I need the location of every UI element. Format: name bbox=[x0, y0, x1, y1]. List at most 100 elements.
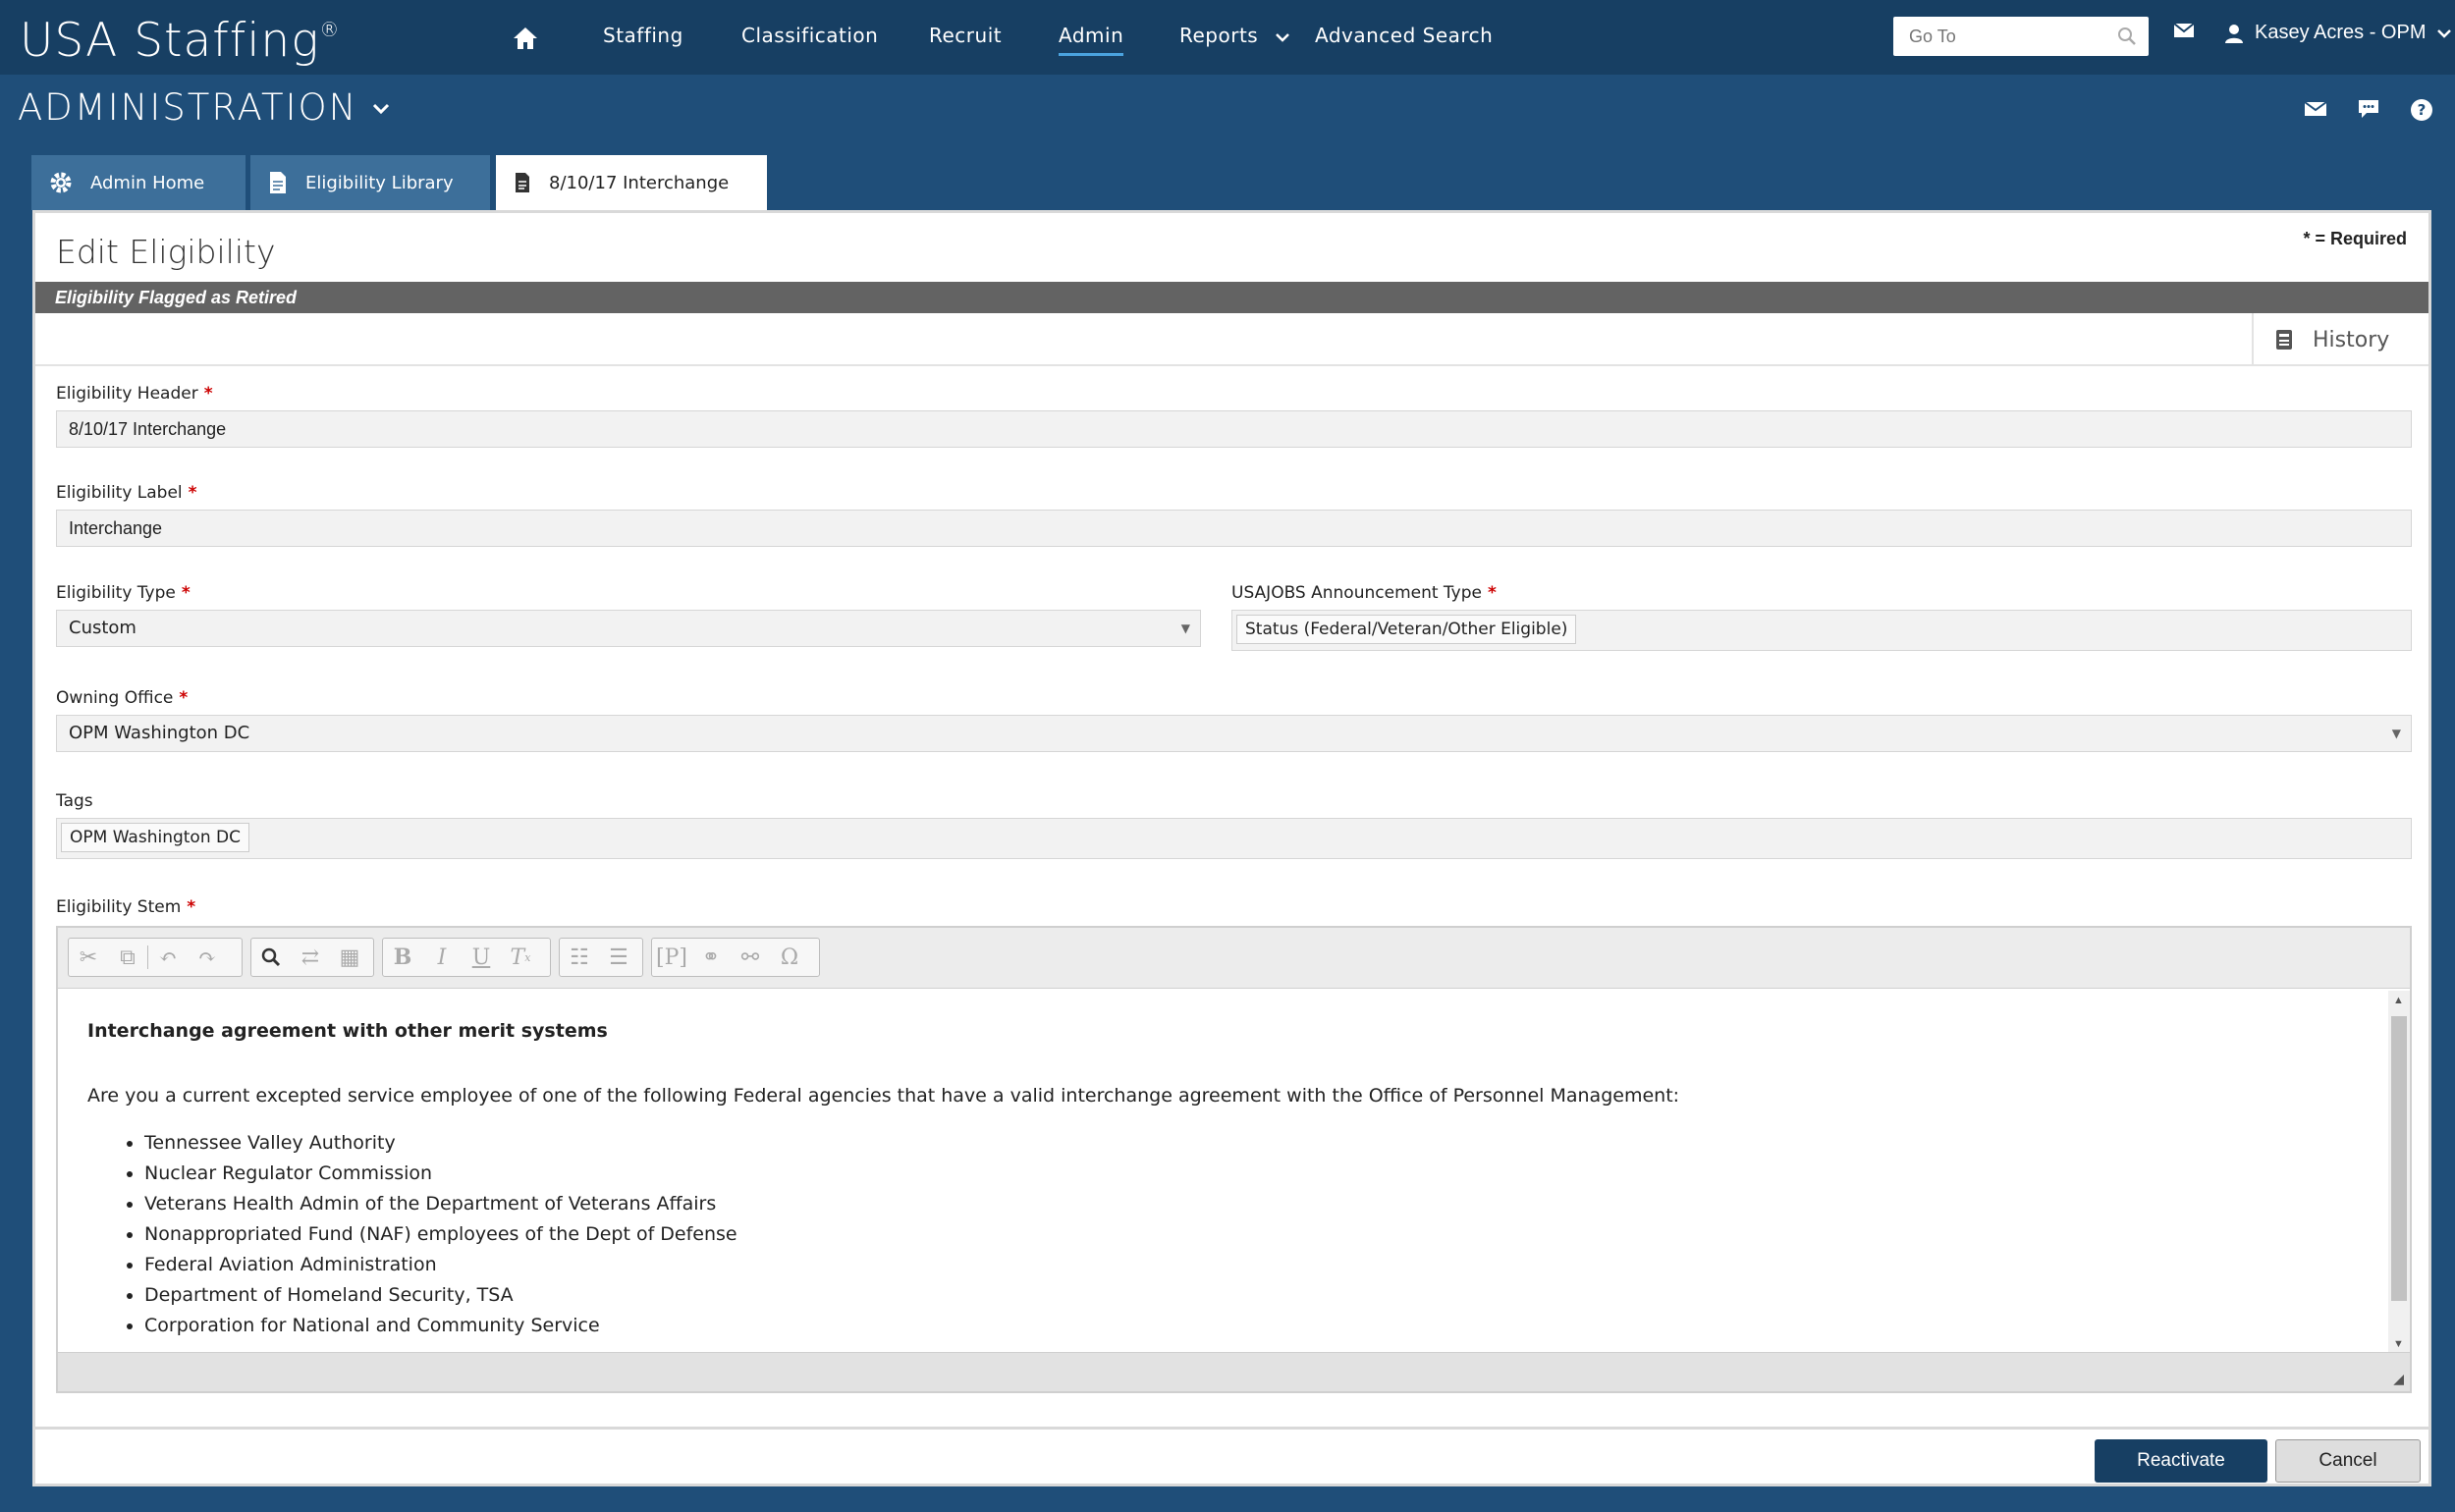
eligibility-stem-editor: ✂ ⧉ ↶ ↷ ⇄ ▦ B I U Tx ☷ ☰ [P] ⚭ ⚯ Ω Inter… bbox=[56, 926, 2412, 1393]
retired-banner: Eligibility Flagged as Retired bbox=[35, 282, 2428, 313]
gear-icon bbox=[50, 172, 72, 193]
eligibility-type-value: Custom bbox=[69, 618, 136, 638]
link-icon[interactable]: ⚭ bbox=[691, 939, 731, 976]
chat-icon[interactable] bbox=[2357, 98, 2380, 120]
search-icon[interactable] bbox=[2117, 27, 2137, 46]
eligibility-type-select[interactable]: Custom ▼ bbox=[56, 610, 1201, 647]
scroll-up-icon[interactable]: ▲ bbox=[2393, 995, 2404, 1006]
list-item: Federal Aviation Administration bbox=[144, 1250, 2346, 1280]
tab-interchange[interactable]: 8/10/17 Interchange bbox=[496, 155, 767, 210]
agency-list: Tennessee Valley Authority Nuclear Regul… bbox=[87, 1128, 2346, 1341]
inbox-icon[interactable] bbox=[2304, 98, 2327, 118]
svg-text:?: ? bbox=[2418, 101, 2427, 119]
italic-icon[interactable]: I bbox=[422, 939, 462, 976]
section-title-label: ADMINISTRATION bbox=[18, 86, 358, 129]
form-footer: Reactivate Cancel bbox=[35, 1427, 2428, 1489]
history-icon bbox=[2276, 330, 2292, 350]
copy-icon[interactable]: ⧉ bbox=[108, 939, 147, 976]
user-name: Kasey Acres - OPM bbox=[2255, 22, 2427, 43]
section-title[interactable]: ADMINISTRATION bbox=[18, 86, 391, 129]
list-item: Nuclear Regulator Commission bbox=[144, 1159, 2346, 1189]
history-label: History bbox=[2313, 327, 2390, 352]
goto-input[interactable] bbox=[1893, 17, 2100, 56]
owning-office-value: OPM Washington DC bbox=[69, 723, 250, 743]
cut-icon[interactable]: ✂ bbox=[69, 939, 108, 976]
nav-admin[interactable]: Admin bbox=[1059, 24, 1124, 56]
reactivate-button[interactable]: Reactivate bbox=[2095, 1439, 2267, 1483]
user-icon bbox=[2225, 24, 2243, 43]
eligibility-header-field[interactable]: 8/10/17 Interchange bbox=[56, 410, 2412, 448]
underline-icon[interactable]: U bbox=[462, 939, 501, 976]
page-title: Edit Eligibility bbox=[56, 233, 276, 271]
nav-classification[interactable]: Classification bbox=[741, 24, 878, 47]
tab-label: 8/10/17 Interchange bbox=[549, 172, 730, 193]
owning-office-label: Owning Office * bbox=[56, 688, 189, 708]
clipboard-group: ✂ ⧉ ↶ ↷ bbox=[68, 938, 243, 977]
edit-eligibility-panel: Edit Eligibility * = Required Eligibilit… bbox=[32, 210, 2431, 1486]
nav-recruit[interactable]: Recruit bbox=[929, 24, 1002, 47]
nav-advanced-search[interactable]: Advanced Search bbox=[1315, 24, 1493, 47]
list-item: Department of Homeland Security, TSA bbox=[144, 1280, 2346, 1311]
tab-eligibility-library[interactable]: Eligibility Library bbox=[250, 155, 490, 210]
editor-scrollbar[interactable]: ▲ ▼ bbox=[2388, 991, 2410, 1354]
list-item: Veterans Health Admin of the Department … bbox=[144, 1189, 2346, 1219]
unlink-icon[interactable]: ⚯ bbox=[731, 939, 770, 976]
mail-icon[interactable] bbox=[2173, 22, 2195, 39]
usajobs-type-field[interactable]: Status (Federal/Veteran/Other Eligible) bbox=[1231, 610, 2412, 651]
eligibility-type-label: Eligibility Type * bbox=[56, 583, 191, 603]
remove-format-icon[interactable]: Tx bbox=[501, 939, 540, 976]
home-icon[interactable] bbox=[512, 26, 539, 51]
list-item: Tennessee Valley Authority bbox=[144, 1128, 2346, 1159]
nav-staffing[interactable]: Staffing bbox=[603, 24, 683, 47]
numbered-list-icon[interactable]: ☷ bbox=[560, 939, 599, 976]
eligibility-header-label: Eligibility Header * bbox=[56, 384, 213, 404]
editor-content[interactable]: Interchange agreement with other merit s… bbox=[87, 1020, 2346, 1341]
document-icon bbox=[270, 172, 286, 193]
insert-group: [P] ⚭ ⚯ Ω bbox=[651, 938, 820, 977]
tags-field[interactable]: OPM Washington DC bbox=[56, 818, 2412, 859]
header-icons: ? bbox=[2304, 98, 2433, 122]
select-all-icon[interactable]: ▦ bbox=[330, 939, 369, 976]
dropdown-arrow-icon: ▼ bbox=[1180, 621, 1190, 635]
eligibility-label-field[interactable]: Interchange bbox=[56, 510, 2412, 547]
nav-reports[interactable]: Reports bbox=[1179, 24, 1290, 47]
replace-icon[interactable]: ⇄ bbox=[291, 939, 330, 976]
dropdown-arrow-icon: ▼ bbox=[2391, 727, 2401, 740]
tag-chip[interactable]: OPM Washington DC bbox=[61, 823, 249, 852]
history-button[interactable]: History bbox=[2252, 313, 2428, 366]
find-icon[interactable] bbox=[251, 939, 291, 976]
eligibility-stem-label: Eligibility Stem * bbox=[56, 897, 196, 917]
history-row: History bbox=[35, 313, 2428, 366]
chevron-down-icon bbox=[1276, 32, 1289, 42]
tab-label: Eligibility Library bbox=[305, 172, 454, 193]
list-item: Nonappropriated Fund (NAF) employees of … bbox=[144, 1219, 2346, 1250]
chevron-down-icon bbox=[2436, 28, 2451, 38]
help-icon[interactable]: ? bbox=[2410, 98, 2433, 122]
owning-office-select[interactable]: OPM Washington DC ▼ bbox=[56, 715, 2412, 752]
nav-reports-label: Reports bbox=[1179, 24, 1259, 47]
brand-logo[interactable]: USA Staffing® bbox=[20, 14, 340, 68]
scroll-thumb[interactable] bbox=[2391, 1016, 2407, 1301]
editor-statusbar: ◢ bbox=[58, 1352, 2410, 1391]
usajobs-type-chip[interactable]: Status (Federal/Veteran/Other Eligible) bbox=[1236, 615, 1577, 644]
cancel-button[interactable]: Cancel bbox=[2275, 1439, 2421, 1483]
list-group: ☷ ☰ bbox=[559, 938, 643, 977]
redo-icon[interactable]: ↷ bbox=[188, 939, 227, 976]
format-group: B I U Tx bbox=[382, 938, 551, 977]
scroll-down-icon[interactable]: ▼ bbox=[2393, 1338, 2404, 1350]
tab-admin-home[interactable]: Admin Home bbox=[31, 155, 246, 210]
special-character-icon[interactable]: Ω bbox=[770, 939, 809, 976]
editor-toolbar: ✂ ⧉ ↶ ↷ ⇄ ▦ B I U Tx ☷ ☰ [P] ⚭ ⚯ Ω bbox=[58, 928, 2410, 989]
stem-question: Are you a current excepted service emplo… bbox=[87, 1085, 1680, 1107]
list-item: Corporation for National and Community S… bbox=[144, 1311, 2346, 1341]
document-icon bbox=[516, 173, 529, 192]
undo-icon[interactable]: ↶ bbox=[148, 939, 188, 976]
goto-search bbox=[1893, 17, 2149, 56]
resize-handle-icon[interactable]: ◢ bbox=[2393, 1371, 2404, 1387]
required-note: * = Required bbox=[2303, 229, 2407, 248]
bold-icon[interactable]: B bbox=[383, 939, 422, 976]
top-nav: USA Staffing® Staffing Classification Re… bbox=[0, 0, 2455, 75]
user-menu[interactable]: Kasey Acres - OPM bbox=[2223, 22, 2452, 44]
bulleted-list-icon[interactable]: ☰ bbox=[599, 939, 638, 976]
paragraph-icon[interactable]: [P] bbox=[652, 939, 691, 976]
